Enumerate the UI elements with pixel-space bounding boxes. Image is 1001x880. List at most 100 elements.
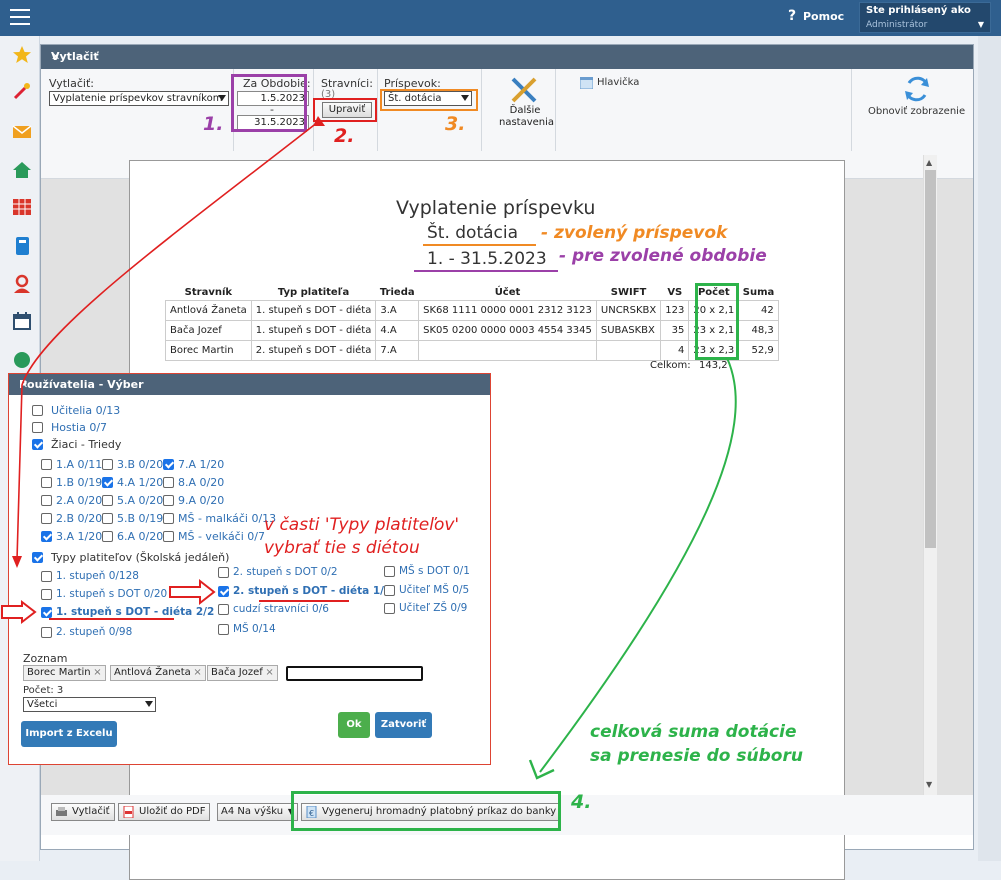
payer-type-label: 2. stupeň s DOT - diéta 1/1: [233, 585, 392, 597]
divider: [481, 69, 482, 151]
class-label: 9.A 0/20: [178, 494, 225, 507]
ok-button[interactable]: Ok: [338, 712, 370, 738]
payer-type-checkbox[interactable]: [41, 571, 52, 582]
scroll-up-icon[interactable]: ▲: [926, 158, 932, 167]
column-header: Suma: [742, 287, 775, 298]
class-checkbox[interactable]: [41, 477, 52, 488]
mail-icon[interactable]: [12, 122, 32, 142]
menu-icon[interactable]: [10, 9, 30, 25]
table-cell: 35: [660, 320, 690, 341]
user-search-input[interactable]: [286, 666, 423, 681]
pupils-checkbox[interactable]: [32, 439, 43, 450]
class-checkbox[interactable]: [102, 495, 113, 506]
class-checkbox[interactable]: [163, 513, 174, 524]
users-dialog-title-bar: Používatelia - Výber ✕: [9, 374, 490, 395]
table-cell: [595, 340, 662, 361]
print-button[interactable]: Vytlačiť: [51, 803, 115, 821]
book-icon[interactable]: [12, 236, 32, 256]
remove-icon[interactable]: ×: [193, 666, 201, 680]
table-row: Antlová Žaneta 1. stupeň s DOT - diéta 3.A…: [165, 300, 779, 321]
class-checkbox[interactable]: [102, 477, 113, 488]
calendar-grid-icon[interactable]: [12, 197, 32, 217]
class-checkbox[interactable]: [163, 495, 174, 506]
star-icon[interactable]: [12, 45, 32, 65]
remove-icon[interactable]: ×: [265, 666, 273, 680]
chosen-period-note: - pre zvolené obdobie: [559, 246, 767, 266]
payer-type-label: MŠ s DOT 0/1: [399, 565, 470, 577]
column-header: VS: [667, 287, 683, 298]
print-label: Vytlačiť:: [49, 77, 94, 90]
close-button[interactable]: Zatvoriť: [375, 712, 432, 738]
choose-types-note-1: v časti 'Typy platiteľov': [264, 515, 460, 535]
payer-types-checkbox[interactable]: [32, 552, 43, 563]
table-cell: 1. stupeň s DOT - diéta: [250, 320, 377, 341]
table-cell: 4.A: [375, 320, 420, 341]
table-cell: SK68 1111 0000 0001 2312 3123: [418, 300, 597, 321]
class-checkbox[interactable]: [41, 495, 52, 506]
import-excel-button[interactable]: Import z Excelu: [21, 721, 117, 747]
class-checkbox[interactable]: [41, 513, 52, 524]
user-filter-select[interactable]: Všetci: [23, 697, 156, 712]
guests-checkbox[interactable]: [32, 422, 43, 433]
user-line-1: Ste prihlásený ako: [866, 5, 971, 16]
save-pdf-button[interactable]: Uložiť do PDF: [118, 803, 211, 821]
class-label: MŠ - velkáči 0/7: [178, 530, 265, 543]
class-checkbox[interactable]: [102, 459, 113, 470]
total-note-line-1: celková suma dotácie: [590, 722, 797, 742]
payer-type-checkbox[interactable]: [384, 585, 395, 596]
table-cell: 48,3: [738, 320, 779, 341]
close-icon[interactable]: ✕: [19, 378, 484, 391]
class-checkbox[interactable]: [163, 531, 174, 542]
remove-icon[interactable]: ×: [93, 666, 101, 680]
more-settings-button[interactable]: Ďalšie nastavenia: [499, 105, 554, 129]
class-checkbox[interactable]: [163, 477, 174, 488]
pdf-icon: [123, 806, 134, 818]
magic-wand-icon[interactable]: [12, 81, 32, 101]
header-toggle[interactable]: Hlavička: [597, 77, 639, 88]
period-underline: [414, 270, 558, 272]
choose-types-note-2: vybrať tie s diétou: [264, 538, 420, 558]
payer-type-label: MŠ 0/14: [233, 623, 276, 635]
user-menu[interactable]: Ste prihlásený ako Administrátor ▼: [859, 2, 991, 33]
page-format-select[interactable]: A4 Na výšku ▼: [217, 803, 299, 821]
caret-down-icon: ▼: [977, 20, 984, 29]
print-type-select[interactable]: Vyplatenie príspevkov stravníkom: [49, 91, 229, 106]
payout-table: Stravník Typ platiteľa Trieda Účet SWIFT VS Po…: [165, 285, 779, 361]
teachers-checkbox[interactable]: [32, 405, 43, 416]
column-header: Stravník: [184, 287, 233, 298]
class-checkbox[interactable]: [41, 459, 52, 470]
refresh-button[interactable]: Obnoviť zobrazenie: [868, 106, 965, 117]
contribution-highlight: [380, 89, 478, 111]
preview-scrollbar-thumb[interactable]: [925, 170, 936, 548]
user-icon[interactable]: [12, 274, 32, 294]
payer-type-label: 1. stupeň 0/128: [56, 570, 139, 582]
close-icon[interactable]: ✕: [51, 50, 967, 63]
payer-type-checkbox[interactable]: [384, 603, 395, 614]
payer-type-checkbox[interactable]: [218, 586, 229, 597]
teachers-label: Učitelia 0/13: [51, 404, 121, 417]
table-row: Bača Jozef 1. stupeň s DOT - diéta 4.A SK05…: [165, 320, 779, 341]
payer-type-checkbox[interactable]: [218, 604, 229, 615]
class-checkbox[interactable]: [102, 531, 113, 542]
help-link[interactable]: Pomoc: [803, 10, 844, 23]
total-note-line-2: sa prenesie do súboru: [590, 746, 803, 766]
calendar-icon[interactable]: [12, 311, 32, 331]
table-cell: 123: [660, 300, 690, 321]
home-icon[interactable]: [12, 160, 32, 180]
users-select-dialog: Používatelia - Výber ✕ Učitelia 0/13 Hos…: [8, 373, 491, 765]
payer-type-checkbox[interactable]: [384, 566, 395, 577]
class-checkbox[interactable]: [102, 513, 113, 524]
scroll-down-icon[interactable]: ▼: [926, 780, 932, 789]
payer-type-checkbox[interactable]: [41, 627, 52, 638]
user-chip-label: Bača Jozef: [211, 667, 263, 678]
payer-type-checkbox[interactable]: [218, 567, 229, 578]
payer-type-checkbox[interactable]: [41, 589, 52, 600]
payer-type-checkbox[interactable]: [218, 624, 229, 635]
class-checkbox[interactable]: [41, 531, 52, 542]
class-checkbox[interactable]: [163, 459, 174, 470]
total-label: Celkom:: [650, 360, 691, 371]
class-label: 3.B 0/20: [117, 458, 164, 471]
globe-icon[interactable]: [12, 350, 32, 370]
help-icon[interactable]: ?: [784, 8, 800, 24]
payer-type-checkbox[interactable]: [41, 607, 52, 618]
